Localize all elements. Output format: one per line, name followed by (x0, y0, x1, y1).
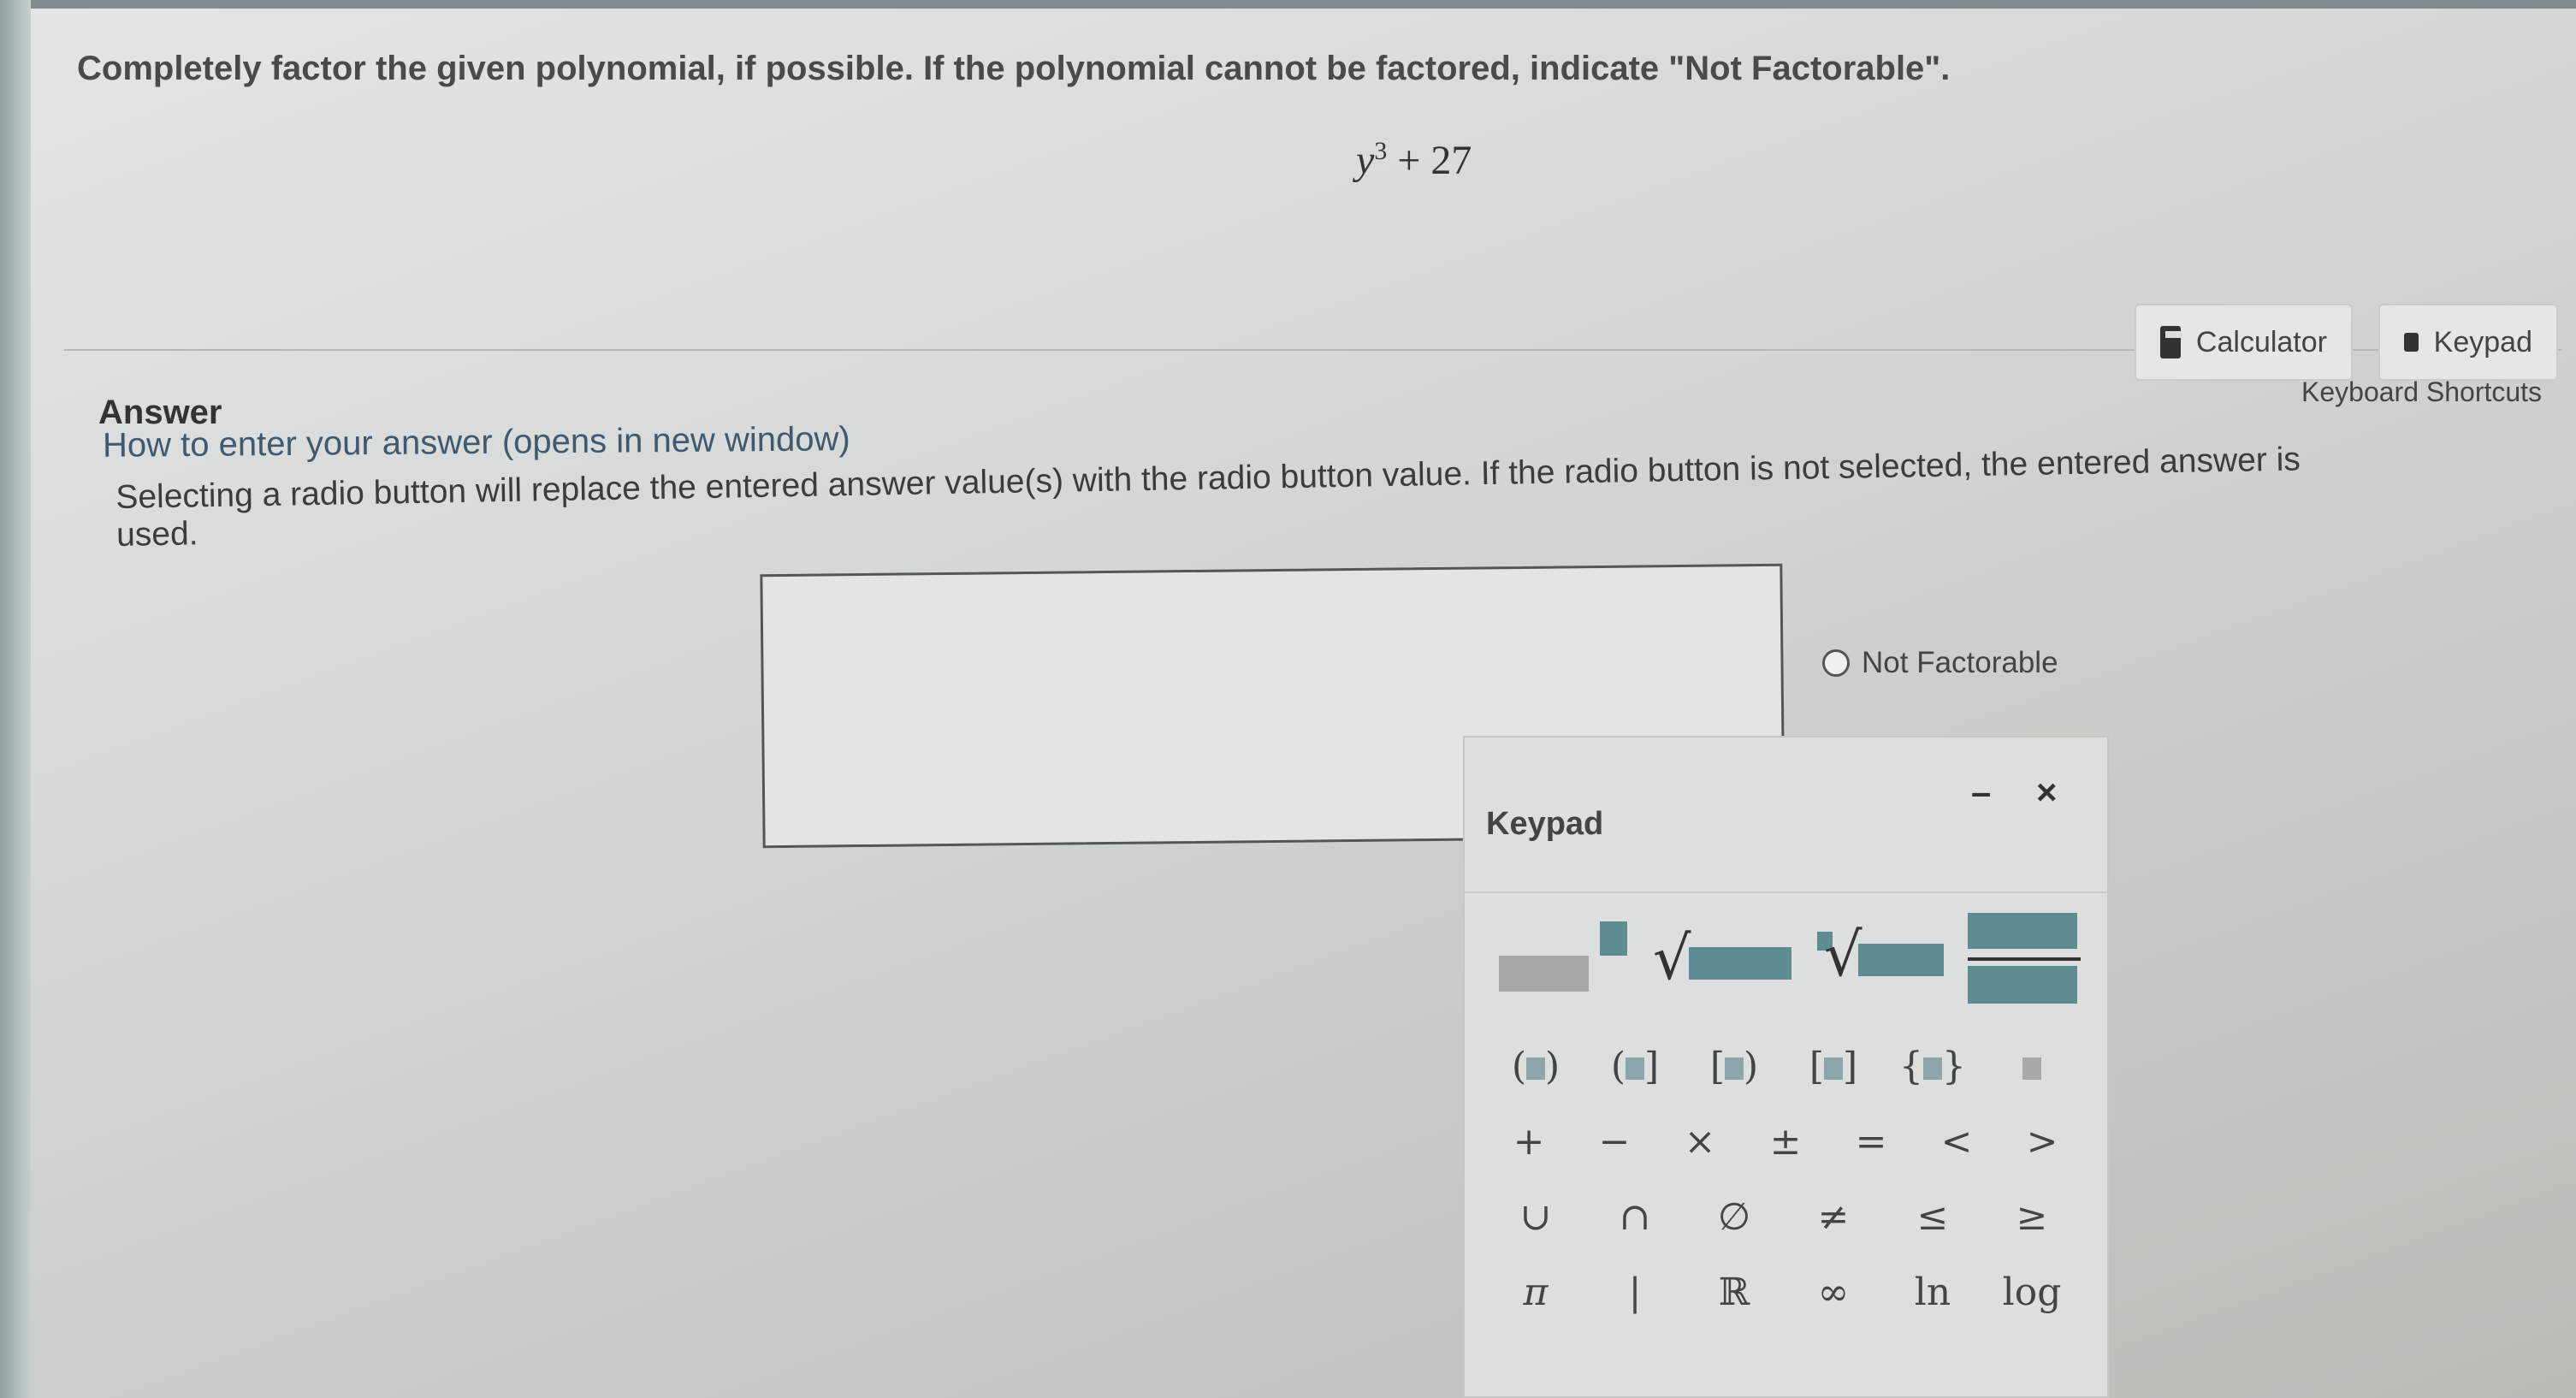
less-than-key[interactable]: < (1914, 1120, 1999, 1164)
union-key[interactable]: ∪ (1486, 1195, 1585, 1239)
left-strip (0, 0, 31, 1398)
keypad-panel: Keypad – × √ √ () (] [) [] {} + − × ± = … (1463, 736, 2109, 1398)
keypad-row-brackets: () (] [) [] {} (1486, 1028, 2085, 1104)
template-row: √ √ (1499, 913, 2081, 1016)
radio-icon[interactable] (1822, 649, 1850, 677)
keypad-row-constants: π | ℝ ∞ ln log (1486, 1254, 2085, 1330)
minus-key[interactable]: − (1572, 1120, 1657, 1164)
equals-key[interactable]: = (1828, 1120, 1914, 1164)
plus-key[interactable]: + (1486, 1120, 1572, 1164)
keypad-title: Keypad (1486, 806, 1604, 842)
calculator-button[interactable]: Calculator (2135, 304, 2353, 381)
sqrt-template-key[interactable]: √ (1653, 913, 1803, 1016)
calculator-icon (2160, 326, 2182, 358)
infinity-key[interactable]: ∞ (1784, 1271, 1883, 1314)
bracket-paren-key[interactable]: [) (1685, 1045, 1784, 1088)
times-key[interactable]: × (1657, 1120, 1743, 1164)
not-factorable-label: Not Factorable (1862, 646, 2058, 679)
subscript-key[interactable] (1982, 1045, 2082, 1088)
calculator-label: Calculator (2195, 325, 2327, 358)
not-equal-key[interactable]: ≠ (1784, 1195, 1883, 1239)
close-button[interactable]: × (2036, 772, 2058, 813)
expr-exponent: 3 (1374, 137, 1388, 165)
greater-equal-key[interactable]: ≥ (1982, 1195, 2082, 1239)
top-bar (0, 0, 2576, 9)
keypad-row-sets: ∪ ∩ ∅ ≠ ≤ ≥ (1486, 1179, 2085, 1254)
log-key[interactable]: log (1982, 1271, 2082, 1314)
less-equal-key[interactable]: ≤ (1883, 1195, 1982, 1239)
keyboard-shortcuts-link[interactable]: Keyboard Shortcuts (2301, 376, 2542, 408)
keyboard-icon (2404, 333, 2419, 352)
real-numbers-key[interactable]: ℝ (1685, 1271, 1784, 1314)
greater-than-key[interactable]: > (1999, 1120, 2085, 1164)
paren-bracket-key[interactable]: (] (1585, 1045, 1685, 1088)
keypad-row-operators: + − × ± = < > (1486, 1104, 2085, 1179)
paren-paren-key[interactable]: () (1486, 1045, 1585, 1088)
question-text: Completely factor the given polynomial, … (77, 50, 1951, 87)
how-to-enter-link[interactable]: How to enter your answer (opens in new w… (103, 420, 850, 465)
keypad-grid: () (] [) [] {} + − × ± = < > ∪ ∩ ∅ ≠ ≤ ≥… (1486, 1028, 2085, 1330)
exponent-template-key[interactable] (1499, 913, 1644, 1016)
intersection-key[interactable]: ∩ (1585, 1195, 1685, 1239)
ln-key[interactable]: ln (1883, 1271, 1982, 1314)
expr-base: y (1356, 138, 1375, 183)
brace-key[interactable]: {} (1883, 1045, 1982, 1088)
nth-root-template-key[interactable]: √ (1815, 913, 1957, 1016)
absolute-bar-key[interactable]: | (1585, 1271, 1685, 1314)
keypad-header: Keypad – × (1465, 738, 2107, 893)
minimize-button[interactable]: – (1971, 772, 1991, 813)
empty-set-key[interactable]: ∅ (1685, 1195, 1784, 1239)
pi-key[interactable]: π (1486, 1271, 1585, 1314)
keypad-button[interactable]: Keypad (2378, 304, 2558, 381)
not-factorable-option[interactable]: Not Factorable (1822, 646, 2058, 680)
expr-rest: + 27 (1387, 138, 1472, 183)
plus-minus-key[interactable]: ± (1743, 1120, 1828, 1164)
keypad-label: Keypad (2433, 325, 2532, 358)
polynomial-expression: y3 + 27 (1356, 137, 1472, 184)
fraction-template-key[interactable] (1968, 913, 2087, 1016)
bracket-bracket-key[interactable]: [] (1784, 1045, 1883, 1088)
